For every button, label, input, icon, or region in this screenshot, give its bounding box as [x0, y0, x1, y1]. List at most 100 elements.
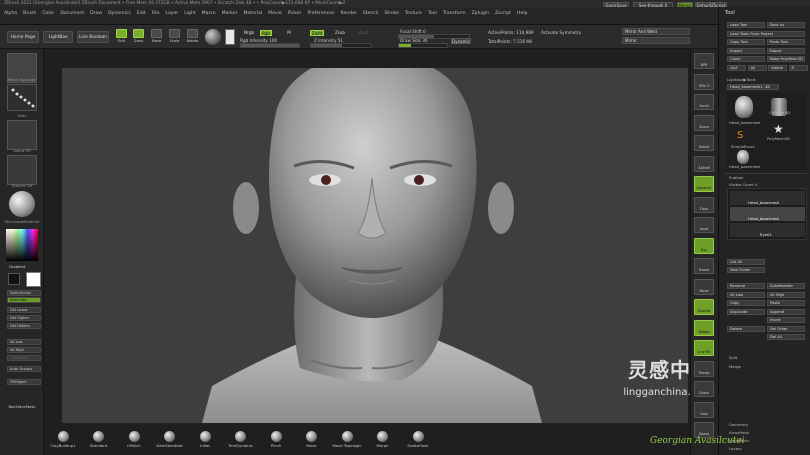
auto-groups-button[interactable]: Auto Groups — [7, 366, 41, 372]
merge-menu[interactable]: Merge — [729, 364, 741, 369]
menu-layer[interactable]: Layer — [165, 11, 178, 16]
rotate-mode-icon[interactable]: Rotate — [186, 29, 199, 45]
list-all-button[interactable]: List All — [727, 259, 765, 265]
menu-transform[interactable]: Transform — [443, 11, 466, 16]
brush-damstandard[interactable]: DamStandard — [153, 431, 187, 448]
document-viewport[interactable] — [62, 68, 688, 423]
brush-move[interactable]: Move — [295, 431, 329, 448]
menu-color[interactable]: Color — [42, 11, 54, 16]
shelf-solo-button[interactable]: Solo — [694, 401, 714, 418]
shelf-zoom-button[interactable]: Zoom — [694, 114, 714, 131]
shelf-actual-button[interactable]: Actual — [694, 135, 714, 151]
zsub-toggle[interactable]: Zsub — [333, 30, 347, 36]
menu-file[interactable]: File — [152, 11, 160, 16]
material-sphere-icon[interactable] — [9, 191, 35, 217]
menu-render[interactable]: Render — [340, 11, 356, 16]
scale-mode-icon[interactable]: Scale — [168, 29, 181, 45]
material-sphere-icon[interactable] — [205, 29, 221, 45]
menu-help[interactable]: Help — [517, 11, 527, 16]
activate-symmetry-label[interactable]: Activate Symmetry — [541, 30, 581, 35]
tool-action-button[interactable]: Visible — [768, 64, 787, 71]
subtool-action-button[interactable]: All High — [767, 291, 805, 298]
menu-stencil[interactable]: Stencil — [363, 11, 379, 16]
subtool-action-button[interactable]: Paste — [767, 300, 805, 306]
tool-action-button[interactable]: Save As — [766, 22, 805, 28]
brush-morph[interactable]: Morph — [366, 431, 400, 448]
new-folder-button[interactable]: New Folder — [727, 267, 765, 273]
brush-snakehook[interactable]: SnakeHook — [401, 431, 435, 448]
tool-action-button[interactable]: Copy Tool — [727, 39, 765, 45]
brush-trimdynamic[interactable]: TrimDynamic — [224, 431, 258, 448]
tool-action-button[interactable]: Import — [727, 47, 765, 54]
shelf-frame-button[interactable]: Frame — [694, 258, 714, 274]
subtool-action-button[interactable]: AutoReorder — [767, 283, 805, 289]
shelf-local-button[interactable]: Local — [694, 217, 714, 233]
shelf-ghost-button[interactable]: Ghost — [694, 381, 714, 397]
rgb-intensity-slider[interactable] — [240, 43, 300, 48]
tool-action-button[interactable]: Export — [766, 47, 805, 54]
zadd-toggle[interactable]: Zadd — [310, 30, 324, 36]
tool-action-button[interactable]: Load Tool — [727, 22, 765, 28]
home-page-button[interactable]: Home Page — [7, 31, 39, 43]
fill-object-button[interactable]: FillObject — [7, 379, 41, 385]
tool-action-button[interactable]: All — [747, 64, 767, 71]
current-tool-slider[interactable]: Head_basemesh1. 48 — [727, 84, 779, 90]
edit-mode-icon[interactable]: Edit — [115, 29, 128, 45]
polymesh-star-icon[interactable]: ★ — [773, 122, 784, 136]
menu-preferences[interactable]: Preferences — [307, 11, 334, 16]
move-mode-icon[interactable]: Move — [150, 29, 163, 45]
brush-inflat[interactable]: Inflat — [188, 431, 222, 448]
tool-action-button[interactable]: Clone — [727, 56, 765, 62]
menu-macro[interactable]: Macro — [202, 11, 216, 16]
del-higher-button[interactable]: Del Higher — [7, 315, 41, 321]
menu-light[interactable]: Light — [184, 11, 195, 16]
subtool-action-button[interactable]: Delete — [727, 325, 765, 332]
geometry-menu[interactable]: Geometry — [729, 422, 748, 427]
menu-brush[interactable]: Brush — [23, 11, 36, 16]
m-toggle[interactable]: M — [284, 30, 294, 36]
shelf-line-fill-polyf-button[interactable]: Line Fill PolyF — [694, 340, 714, 377]
draw-mode-icon[interactable]: Draw — [132, 29, 145, 45]
menu-stroke[interactable]: Stroke — [384, 11, 399, 16]
shelf-bpr-button[interactable]: BPR — [694, 53, 714, 69]
del-lower-button[interactable]: Del Lower — [7, 307, 41, 313]
tool-action-button[interactable]: Make PolyMesh3D — [766, 56, 805, 62]
del-hidden-button[interactable]: Del Hidden — [7, 323, 41, 329]
menu-document[interactable]: Document — [60, 11, 84, 16]
subtool-action-button[interactable]: Del Other — [767, 325, 805, 332]
subtool-header[interactable]: Subtool — [729, 175, 743, 180]
simplebrush-icon[interactable]: S — [737, 130, 743, 141]
menu-movie[interactable]: Movie — [268, 11, 282, 16]
brush-claybuildup1[interactable]: ClayBuildup1 — [46, 431, 80, 448]
shelf-move-button[interactable]: Move — [694, 278, 714, 295]
all-high-button[interactable]: All High — [7, 347, 41, 353]
shelf-gyz-button[interactable]: Gyz — [694, 237, 714, 254]
shelf-dynamic-persp-button[interactable]: Dynamic Persp — [694, 176, 714, 213]
subtool-action-button[interactable]: Del All — [767, 334, 805, 340]
menu-tool[interactable]: Tool — [428, 11, 437, 16]
shelf-transp-button[interactable]: Transp — [694, 360, 714, 377]
shelf-scroll-button[interactable]: Scroll — [694, 94, 714, 110]
layers-menu[interactable]: Layers — [729, 446, 742, 451]
texture-thumbnail[interactable] — [7, 155, 37, 185]
backface-mask-label[interactable]: BackfaceMask — [0, 404, 44, 409]
alternate-button[interactable]: Alternate — [7, 297, 41, 303]
head-basemesh-thumb[interactable] — [735, 96, 753, 118]
shelf-zoomd-button[interactable]: ZoomD — [694, 299, 714, 315]
create-all-button[interactable]: Create All — [7, 355, 41, 361]
menu-edit[interactable]: Edit — [137, 11, 146, 16]
menu-texture[interactable]: Texture — [405, 11, 422, 16]
color-picker[interactable] — [6, 229, 38, 261]
main-color-swatch[interactable] — [26, 272, 41, 287]
menu-alpha[interactable]: Alpha — [4, 11, 17, 16]
head-basemesh-thumb-2[interactable] — [737, 150, 749, 164]
mirror-button[interactable]: Mirror — [622, 37, 690, 44]
shelf-aahalf-button[interactable]: AAHalf — [694, 155, 714, 172]
alpha-thumbnail[interactable] — [7, 120, 37, 150]
subtool-action-button[interactable]: Insert — [767, 317, 805, 323]
brush-hpolish[interactable]: hPolish — [117, 431, 151, 448]
split-menu[interactable]: Split — [729, 355, 737, 360]
subtool-action-button[interactable]: Copy — [727, 300, 765, 306]
lightbox-button[interactable]: LightBox — [43, 31, 73, 43]
subtool-action-button[interactable]: Rename — [727, 283, 765, 289]
